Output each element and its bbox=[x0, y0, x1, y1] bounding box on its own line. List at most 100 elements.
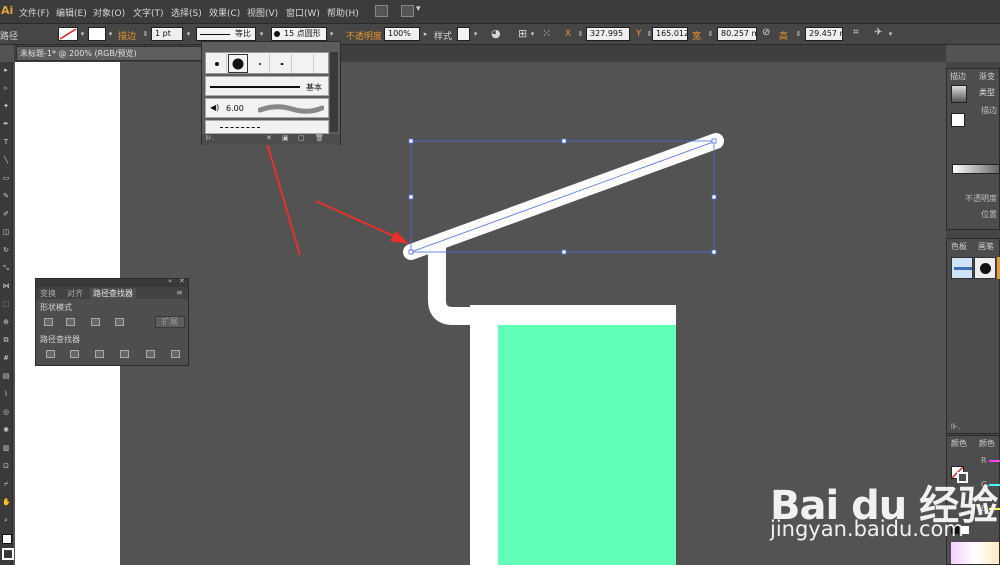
eraser-tool-icon[interactable]: ◫ bbox=[2, 228, 10, 236]
fill-swatch[interactable] bbox=[58, 27, 78, 41]
stroke-swatch[interactable] bbox=[88, 27, 106, 41]
brush-tiny-dot[interactable] bbox=[250, 54, 270, 73]
color-spectrum[interactable] bbox=[951, 542, 999, 564]
collapse-icon[interactable]: « bbox=[168, 277, 172, 285]
red-channel-slider[interactable] bbox=[989, 460, 1000, 462]
new-brush-icon[interactable]: ▢ bbox=[298, 134, 305, 142]
zoom-tool-icon[interactable]: ⌕ bbox=[2, 516, 10, 524]
style-dropdown-icon[interactable]: ▾ bbox=[471, 27, 480, 41]
width-field[interactable]: 80.257 m bbox=[717, 27, 757, 41]
gradient-slider[interactable] bbox=[952, 164, 1000, 174]
slanted-roof-stroke[interactable] bbox=[403, 133, 724, 260]
brush-hair-dot[interactable] bbox=[294, 54, 314, 73]
tab-transform[interactable]: 变换 bbox=[40, 288, 56, 299]
graphic-style-swatch[interactable] bbox=[457, 27, 470, 41]
brush-row-dashed[interactable] bbox=[205, 120, 329, 134]
stroke-weight-stepper[interactable]: ⇕ bbox=[141, 27, 150, 41]
slice-tool-icon[interactable]: ⌿ bbox=[2, 480, 10, 488]
link-icon[interactable]: ⊘ bbox=[762, 27, 770, 38]
delete-brush-icon[interactable]: 🗑 bbox=[315, 134, 324, 142]
y-field[interactable]: 165.012 bbox=[652, 27, 688, 41]
recolor-artwork-icon[interactable]: ◕ bbox=[491, 27, 501, 40]
tab-align[interactable]: 对齐 bbox=[67, 288, 83, 299]
brush-panel-scrollbar[interactable] bbox=[330, 52, 338, 132]
transform-icon[interactable]: ⌗ bbox=[853, 27, 859, 38]
height-field[interactable]: 29.457 m bbox=[805, 27, 843, 41]
merge-icon[interactable] bbox=[95, 350, 104, 358]
divide-icon[interactable] bbox=[46, 350, 55, 358]
panel-menu-icon[interactable]: ≡ bbox=[176, 288, 183, 297]
paintbrush-tool-icon[interactable]: ✎ bbox=[2, 192, 10, 200]
scale-tool-icon[interactable]: ⤡ bbox=[2, 264, 10, 272]
stroke-weight-field[interactable]: 1 pt bbox=[151, 27, 183, 41]
close-icon[interactable]: ✕ bbox=[179, 277, 185, 285]
expand-button[interactable]: 扩展 bbox=[155, 316, 185, 328]
rotate-tool-icon[interactable]: ↻ bbox=[2, 246, 10, 254]
brush-row-6pt[interactable]: ◀) 6.00 bbox=[205, 98, 329, 118]
brush-large-dot-selected[interactable] bbox=[228, 54, 248, 73]
menu-window[interactable]: 窗口(W) bbox=[286, 6, 320, 19]
intersect-icon[interactable] bbox=[91, 318, 100, 326]
brush-oval-dot[interactable] bbox=[272, 54, 292, 73]
shape-builder-tool-icon[interactable]: ⊕ bbox=[2, 318, 10, 326]
tab-stroke[interactable]: 描边 bbox=[950, 71, 966, 82]
minus-front-icon[interactable] bbox=[66, 318, 75, 326]
free-transform-tool-icon[interactable]: ⬚ bbox=[2, 300, 10, 308]
brush-small-dot[interactable] bbox=[207, 54, 227, 73]
tab-color-guide[interactable]: 颜色 bbox=[979, 438, 995, 449]
rectangle-tool-icon[interactable]: ▭ bbox=[2, 174, 10, 182]
magic-wand-tool-icon[interactable]: ✦ bbox=[2, 102, 10, 110]
reference-point-icon[interactable]: ⁙ bbox=[542, 27, 551, 40]
white-bent-stroke[interactable] bbox=[428, 245, 676, 325]
brush-dropdown-icon[interactable]: ▾ bbox=[327, 27, 336, 41]
stroke-label[interactable]: 描边 bbox=[118, 29, 136, 42]
menu-view[interactable]: 视图(V) bbox=[247, 6, 278, 19]
panel-header[interactable]: « ✕ bbox=[36, 277, 188, 287]
isolate-icon[interactable]: ✈ bbox=[874, 27, 882, 38]
document-tab[interactable]: 未标题-1* @ 200% (RGB/预览) bbox=[16, 46, 206, 61]
brush-swatch-splatter[interactable] bbox=[974, 257, 996, 279]
opacity-dropdown-icon[interactable]: ▸ bbox=[421, 27, 430, 41]
symbol-sprayer-tool-icon[interactable]: ✺ bbox=[2, 426, 10, 434]
brush-options-icon[interactable]: ▣ bbox=[282, 134, 289, 142]
menu-select[interactable]: 选择(S) bbox=[171, 6, 202, 19]
stroke-weight-dropdown-icon[interactable]: ▾ bbox=[184, 27, 193, 41]
width-tool-icon[interactable]: ⋈ bbox=[2, 282, 10, 290]
profile-dropdown-icon[interactable]: ▾ bbox=[257, 27, 266, 41]
hand-tool-icon[interactable]: ✋ bbox=[2, 498, 11, 506]
bridge-icon[interactable] bbox=[375, 5, 388, 17]
tab-brushes[interactable]: 画笔 bbox=[978, 241, 994, 252]
opacity-field[interactable]: 100% bbox=[384, 27, 420, 41]
mesh-tool-icon[interactable]: # bbox=[2, 354, 10, 362]
eyedropper-tool-icon[interactable]: ⌇ bbox=[2, 390, 10, 398]
gradient-preview[interactable] bbox=[951, 85, 967, 103]
height-stepper[interactable]: ⇕ bbox=[794, 27, 803, 41]
tab-gradient[interactable]: 渐变 bbox=[979, 71, 995, 82]
minus-back-icon[interactable] bbox=[171, 350, 180, 358]
menu-edit[interactable]: 编辑(E) bbox=[56, 6, 87, 19]
align-grid-icon[interactable]: ⊞ bbox=[518, 27, 527, 40]
menu-effect[interactable]: 效果(C) bbox=[209, 6, 240, 19]
tab-swatches[interactable]: 色板 bbox=[951, 241, 967, 252]
line-tool-icon[interactable]: ╲ bbox=[2, 156, 10, 164]
column-graph-tool-icon[interactable]: ▥ bbox=[2, 444, 10, 452]
brush-row-basic-line[interactable]: 基本 bbox=[205, 76, 329, 96]
chevron-down-icon[interactable]: ▾ bbox=[416, 4, 421, 14]
type-tool-icon[interactable]: T bbox=[2, 138, 10, 146]
tab-pathfinder[interactable]: 路径查找器 bbox=[90, 288, 136, 299]
x-field[interactable]: 327.995 bbox=[586, 27, 630, 41]
gradient-fill-swatch[interactable] bbox=[951, 113, 965, 127]
brush-library-menu-icon[interactable]: ⊪. bbox=[951, 422, 961, 431]
brush-swatch-blue-stroke[interactable] bbox=[951, 257, 973, 279]
brush-library-menu-icon[interactable]: ⊪. bbox=[206, 134, 214, 142]
crop-icon[interactable] bbox=[120, 350, 129, 358]
stroke-dropdown-icon[interactable]: ▾ bbox=[106, 27, 115, 41]
fill-dropdown-icon[interactable]: ▾ bbox=[78, 27, 87, 41]
perspective-grid-tool-icon[interactable]: ⧉ bbox=[2, 336, 10, 344]
align-dropdown-icon[interactable]: ▾ bbox=[528, 27, 537, 41]
blend-tool-icon[interactable]: ◎ bbox=[2, 408, 10, 416]
unite-icon[interactable] bbox=[44, 318, 53, 326]
opacity-label[interactable]: 不透明度 bbox=[346, 29, 382, 42]
menu-type[interactable]: 文字(T) bbox=[133, 6, 164, 19]
artboard-tool-icon[interactable]: ⊡ bbox=[2, 462, 10, 470]
